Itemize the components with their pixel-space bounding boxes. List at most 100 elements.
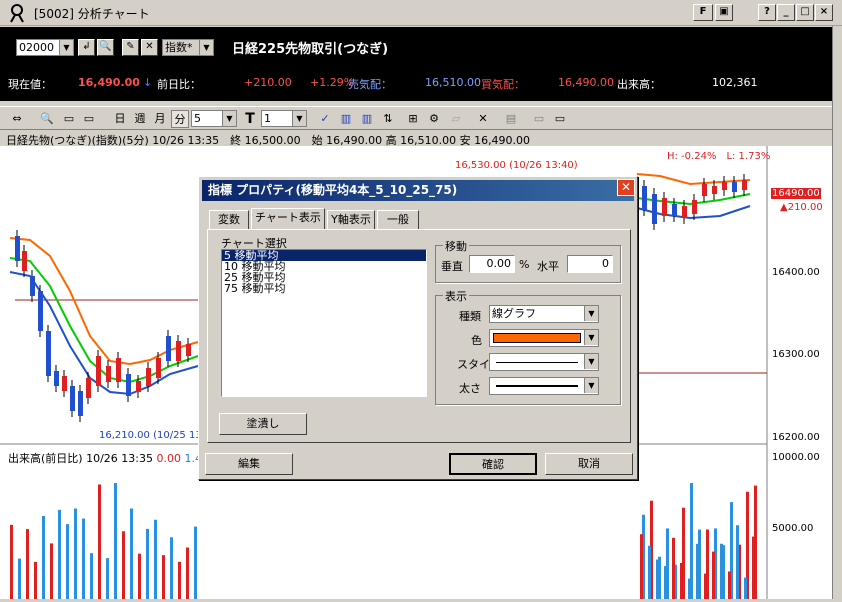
dialog-close-icon[interactable]: ✕ xyxy=(617,179,635,196)
candle xyxy=(54,371,59,386)
vertical-label: 垂直 xyxy=(441,260,463,273)
candle xyxy=(722,182,727,190)
fill-button[interactable]: 塗潰し xyxy=(219,413,307,435)
pct-label: % xyxy=(519,258,530,271)
maximize-button[interactable]: □ xyxy=(796,4,814,21)
edit-button[interactable]: 編集 xyxy=(205,453,293,475)
mode-select[interactable]: 指数* ▼ xyxy=(162,39,214,56)
tab-general[interactable]: 一般 xyxy=(377,210,419,230)
period-minute[interactable]: 分 xyxy=(171,110,189,128)
bar-chart2-icon[interactable]: ▥ xyxy=(358,110,376,128)
volume-bar xyxy=(82,518,85,599)
high-annotation: 16,530.00 (10/26 13:40) xyxy=(455,160,578,171)
minimize-button[interactable]: _ xyxy=(777,4,795,21)
color-select[interactable]: ▼ xyxy=(489,329,599,347)
save-icon[interactable]: ▤ xyxy=(502,110,520,128)
type-select[interactable]: 線グラフ ▼ xyxy=(489,305,599,323)
sort-icon[interactable]: ⇅ xyxy=(379,110,397,128)
volume-bar xyxy=(98,484,101,599)
candle xyxy=(96,356,101,386)
volume-bar xyxy=(744,577,747,599)
page-icon[interactable]: ▭ xyxy=(60,110,78,128)
edit-icon[interactable]: ✎ xyxy=(122,39,139,56)
grid-icon[interactable]: ⊞ xyxy=(404,110,422,128)
search-icon[interactable]: 🔍 xyxy=(97,39,114,56)
vertical-scrollbar[interactable] xyxy=(832,26,842,599)
help-button[interactable]: ? xyxy=(758,4,776,21)
ask-value: 16,510.00 xyxy=(425,76,481,89)
tab-variables[interactable]: 変数 xyxy=(209,210,249,230)
page-copy-icon[interactable]: ▭ xyxy=(80,110,98,128)
candle xyxy=(78,391,83,416)
candle xyxy=(38,291,43,331)
t-select[interactable]: 1 ▼ xyxy=(261,110,307,127)
period-month[interactable]: 月 xyxy=(151,110,169,128)
bar-chart-icon[interactable]: ▥ xyxy=(337,110,355,128)
quote-panel: 02000 ▼ ↲ 🔍 ✎ ✕ 指数* ▼ 日経225先物取引(つなぎ) xyxy=(0,27,832,101)
low-annotation: 16,210.00 (10/25 13: xyxy=(99,430,206,441)
tab-chart-display[interactable]: チャート表示 xyxy=(251,208,325,230)
trendline-icon[interactable]: ✓ xyxy=(316,110,334,128)
candle xyxy=(642,186,647,210)
volume-bar xyxy=(688,578,691,599)
f-button[interactable]: F xyxy=(693,4,713,21)
tab-y-axis[interactable]: Y軸表示 xyxy=(327,210,375,230)
axis-tick-16400: 16400.00 xyxy=(772,267,820,278)
ok-button[interactable]: 確認 xyxy=(449,453,537,475)
volume-info: 出来高(前日比) 10/26 13:35 0.00 1.4 xyxy=(8,452,202,465)
volume-bar xyxy=(154,519,157,599)
text-tool[interactable]: T xyxy=(241,110,259,128)
candle xyxy=(662,198,667,216)
candle xyxy=(126,374,131,396)
enter-icon[interactable]: ↲ xyxy=(78,39,95,56)
volume-value: 102,361 xyxy=(712,76,758,89)
cancel-button[interactable]: 取消 xyxy=(545,453,633,475)
horizontal-input[interactable]: 0 xyxy=(567,255,613,273)
period-day[interactable]: 日 xyxy=(111,110,129,128)
prev-label: 前日比： xyxy=(157,78,201,91)
volume-bar xyxy=(26,529,29,599)
volume-bar xyxy=(736,525,739,599)
export-icon[interactable]: ▭ xyxy=(551,110,569,128)
volume-bar xyxy=(122,531,125,599)
zoom-icon[interactable]: 🔍 xyxy=(38,110,56,128)
axis-tick-10000: 10000.00 xyxy=(772,452,820,463)
candle xyxy=(146,368,151,386)
type-label: 種類 xyxy=(459,310,481,323)
candle xyxy=(15,236,20,261)
pan-icon[interactable]: ⇔ xyxy=(8,110,26,128)
volume-bar xyxy=(728,571,731,599)
clear-icon[interactable]: ✕ xyxy=(141,39,158,56)
volume-bar xyxy=(672,537,675,599)
style-select[interactable]: ▼ xyxy=(489,353,599,371)
volume-bar xyxy=(114,482,117,599)
close-button[interactable]: × xyxy=(815,4,833,21)
doc-icon[interactable]: ▭ xyxy=(530,110,548,128)
width-select[interactable]: ▼ xyxy=(489,377,599,395)
code-select[interactable]: 02000 ▼ xyxy=(16,39,74,56)
volume-bar xyxy=(130,508,133,599)
settings-icon[interactable]: ⚙ xyxy=(425,110,443,128)
candle xyxy=(116,358,121,382)
eraser-icon[interactable]: ▱ xyxy=(447,110,465,128)
candle xyxy=(692,200,697,214)
volume-bar xyxy=(146,528,149,599)
delete-icon[interactable]: ✕ xyxy=(474,110,492,128)
axis-tick-5000: 5000.00 xyxy=(772,523,814,534)
vertical-input[interactable]: 0.00 xyxy=(469,255,515,273)
volume-bar xyxy=(74,508,77,599)
volume-bar xyxy=(18,558,21,599)
current-label: 現在値： xyxy=(8,78,52,91)
interval-select[interactable]: 5 ▼ xyxy=(191,110,237,127)
app-logo-icon xyxy=(10,4,24,23)
chart-select-list[interactable]: 5 移動平均 10 移動平均 25 移動平均 75 移動平均 xyxy=(221,249,427,397)
volume-bar xyxy=(720,543,723,599)
period-week[interactable]: 週 xyxy=(131,110,149,128)
copy-icon[interactable]: ▣ xyxy=(715,4,733,21)
display-group-label: 表示 xyxy=(443,288,469,304)
volume-bar xyxy=(664,566,667,599)
list-item[interactable]: 75 移動平均 xyxy=(222,283,426,294)
symbol-name: 日経225先物取引(つなぎ) xyxy=(232,42,389,57)
volume-bar xyxy=(66,524,69,599)
axis-tick-16200: 16200.00 xyxy=(772,432,820,443)
